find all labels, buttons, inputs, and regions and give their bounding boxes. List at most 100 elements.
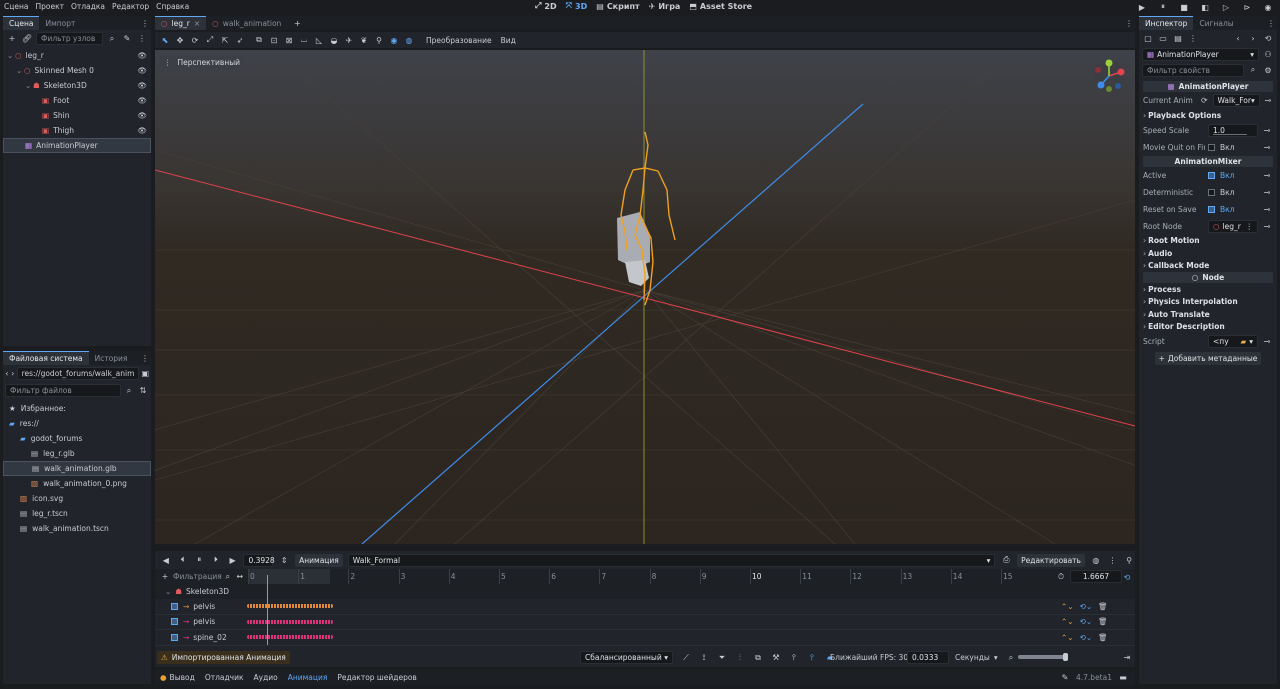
visibility-eye-icon[interactable]: 👁︎ xyxy=(137,126,147,135)
object-select[interactable]: ▦ AnimationPlayer ▾ xyxy=(1142,47,1259,61)
file-item[interactable]: ★ Избранное: xyxy=(3,401,151,416)
deterministic-checkbox[interactable]: Вкл xyxy=(1208,188,1258,197)
close-icon[interactable]: × xyxy=(194,19,200,28)
selectable-icon[interactable]: ⇱ xyxy=(219,34,231,46)
timeline-ruler[interactable]: + Фильтрация ⌕ ↔ 0 1 2 3 4 5 6 7 8 9 10 11 12 13 14 15 … xyxy=(155,569,1135,584)
play-icon[interactable]: ▶ xyxy=(1136,1,1148,13)
pin-icon[interactable]: ⚲ xyxy=(373,34,385,46)
measure-icon[interactable]: ⌴ xyxy=(298,34,310,46)
sort-icon[interactable]: ⇅ xyxy=(137,385,149,397)
file-item[interactable]: ▤ walk_animation.tscn xyxy=(3,521,151,536)
property-filter-input[interactable]: Фильтр свойств xyxy=(1142,63,1244,77)
section-process[interactable]: › Process xyxy=(1139,283,1277,296)
tree-icon[interactable]: ⫶ xyxy=(734,652,746,664)
list-select-icon[interactable]: ➶ xyxy=(234,34,246,46)
object-docs-icon[interactable]: ⚇ xyxy=(1262,48,1274,60)
chevron-down-icon[interactable]: ⌄ xyxy=(165,587,171,596)
play-start-icon[interactable]: ▶ xyxy=(227,554,239,566)
unit-select[interactable]: Секунды ▾ xyxy=(955,653,998,662)
visibility-eye-icon[interactable]: 👁︎ xyxy=(137,111,147,120)
loop-icon[interactable]: ⟲ xyxy=(1121,571,1133,583)
key-icon[interactable]: ⊸ xyxy=(1261,203,1273,215)
file-item[interactable]: ▨ icon.svg xyxy=(3,491,151,506)
scene-node[interactable]: ▣ Foot 👁︎ xyxy=(3,93,151,108)
split-view-icon[interactable]: ▣ xyxy=(141,368,149,380)
reload-icon[interactable]: ⟳ xyxy=(1199,95,1209,107)
animation-menu-button[interactable]: Анимация xyxy=(295,553,343,567)
pin-icon[interactable]: ⚲ xyxy=(1123,554,1135,566)
keyframes[interactable] xyxy=(247,604,333,608)
tab-inspector[interactable]: Инспектор xyxy=(1139,16,1194,30)
key-icon[interactable]: ⊸ xyxy=(1261,220,1273,232)
file-item[interactable]: ▰ godot_forums xyxy=(3,431,151,446)
visibility-eye-icon[interactable]: 👁︎ xyxy=(137,96,147,105)
length-input[interactable]: 1.6667 xyxy=(1070,570,1122,583)
key-icon[interactable]: ⊸ xyxy=(1261,336,1273,348)
scale-tool-icon[interactable]: ⤢ xyxy=(204,34,216,46)
property-settings-icon[interactable]: ⚙ xyxy=(1262,64,1274,76)
view-gizmo[interactable] xyxy=(1091,58,1127,94)
select-tool-icon[interactable]: ⬉ xyxy=(159,34,171,46)
tab-debugger[interactable]: Отладчик xyxy=(205,673,244,682)
open-icon[interactable]: ▭ xyxy=(1157,32,1169,44)
movie-quit-checkbox[interactable]: Вкл xyxy=(1208,143,1258,152)
file-filter-input[interactable]: Фильтр файлов xyxy=(5,384,121,397)
section-editor-description[interactable]: › Editor Description xyxy=(1139,321,1277,334)
key-icon[interactable]: ⊸ xyxy=(1261,141,1273,153)
environment-icon[interactable]: ❦ xyxy=(358,34,370,46)
scene-node[interactable]: ⌄ ○ leg_r 👁︎ xyxy=(3,48,151,63)
reset-on-save-checkbox[interactable]: Вкл xyxy=(1208,205,1258,214)
delete-track-icon[interactable]: 🗑︎ xyxy=(1098,633,1108,642)
file-item[interactable]: ▰ res:// xyxy=(3,416,151,431)
visibility-eye-icon[interactable]: 👁︎ xyxy=(137,51,147,60)
workspace-игра[interactable]: ✈ Игра xyxy=(649,2,681,11)
onion-skin-icon[interactable]: ◍ xyxy=(1090,554,1102,566)
snap-icon[interactable]: ◒ xyxy=(328,34,340,46)
tab-leg-r[interactable]: ○ leg_r × xyxy=(155,16,207,30)
file-item[interactable]: ▨ walk_animation_0.png xyxy=(3,476,151,491)
history-icon[interactable]: ⟲ xyxy=(1262,32,1274,44)
visibility-eye-icon[interactable]: 👁︎ xyxy=(137,81,147,90)
zoom-slider-handle[interactable] xyxy=(1063,653,1068,661)
fit-icon[interactable]: ↔ xyxy=(234,571,246,583)
play-custom-icon[interactable]: ⊳ xyxy=(1241,1,1253,13)
file-item[interactable]: ▤ leg_r.tscn xyxy=(3,506,151,521)
section-root-motion[interactable]: › Root Motion xyxy=(1139,235,1277,248)
tab-output[interactable]: ● Вывод xyxy=(160,673,195,682)
stop-icon[interactable]: ■ xyxy=(1178,1,1190,13)
interp-curve-icon[interactable]: ⌃⌄ xyxy=(1061,602,1074,611)
loop-mode-icon[interactable]: ⟲⌄ xyxy=(1080,617,1093,626)
scene-node[interactable]: ⌄ ☗ Skeleton3D 👁︎ xyxy=(3,78,151,93)
key-icon[interactable]: ⊸ xyxy=(1261,124,1273,136)
search-icon[interactable]: ⌕ xyxy=(222,571,234,583)
keyframes[interactable] xyxy=(247,619,333,624)
preview-environment-icon[interactable]: ◍ xyxy=(403,34,415,46)
zoom-slider[interactable] xyxy=(1018,653,1068,661)
tab-shader-editor[interactable]: Редактор шейдеров xyxy=(337,673,416,682)
key-icon[interactable]: ⊸ xyxy=(1263,95,1273,107)
add-metadata-button[interactable]: + Добавить метаданные xyxy=(1154,352,1262,365)
move-tool-icon[interactable]: ✥ xyxy=(174,34,186,46)
workspace-2d[interactable]: ⤢ 2D xyxy=(535,1,557,11)
speed-scale-input[interactable]: 1.0 xyxy=(1208,123,1258,137)
imported-warning-button[interactable]: ⚠ Импортированная Анимация xyxy=(157,651,290,664)
chevron-down-icon[interactable]: ▾ xyxy=(1249,337,1253,346)
menu-item[interactable]: Справка xyxy=(156,2,189,11)
tab-import[interactable]: Импорт xyxy=(39,16,81,30)
folder-icon[interactable]: ▰ xyxy=(1240,337,1246,346)
section-callback-mode[interactable]: › Callback Mode xyxy=(1139,260,1277,273)
scene-menu-icon[interactable]: ⋮ xyxy=(1123,17,1135,29)
track-checkbox[interactable] xyxy=(171,633,178,641)
scene-node[interactable]: ▦ AnimationPlayer xyxy=(3,138,151,153)
loop-mode-icon[interactable]: ⟲⌄ xyxy=(1080,602,1093,611)
current-anim-select[interactable]: Walk_For ▾ xyxy=(1212,94,1260,107)
scene-node[interactable]: ⌄ ○ Skinned Mesh 0 👁︎ xyxy=(3,63,151,78)
local-space-icon[interactable]: ◺ xyxy=(313,34,325,46)
animation-track[interactable]: ⇝ spine_02 ⌃⌄ ⟲⌄ 🗑︎ xyxy=(155,630,1135,646)
chevron-down-icon[interactable]: ⌄ xyxy=(7,51,15,60)
menu-item[interactable]: Отладка xyxy=(71,2,105,11)
active-checkbox[interactable]: Вкл xyxy=(1208,171,1258,180)
tab-audio[interactable]: Аудио xyxy=(254,673,278,682)
script-attach-icon[interactable]: ✎ xyxy=(121,33,133,45)
menu-icon[interactable]: ⋮ xyxy=(1246,222,1254,231)
